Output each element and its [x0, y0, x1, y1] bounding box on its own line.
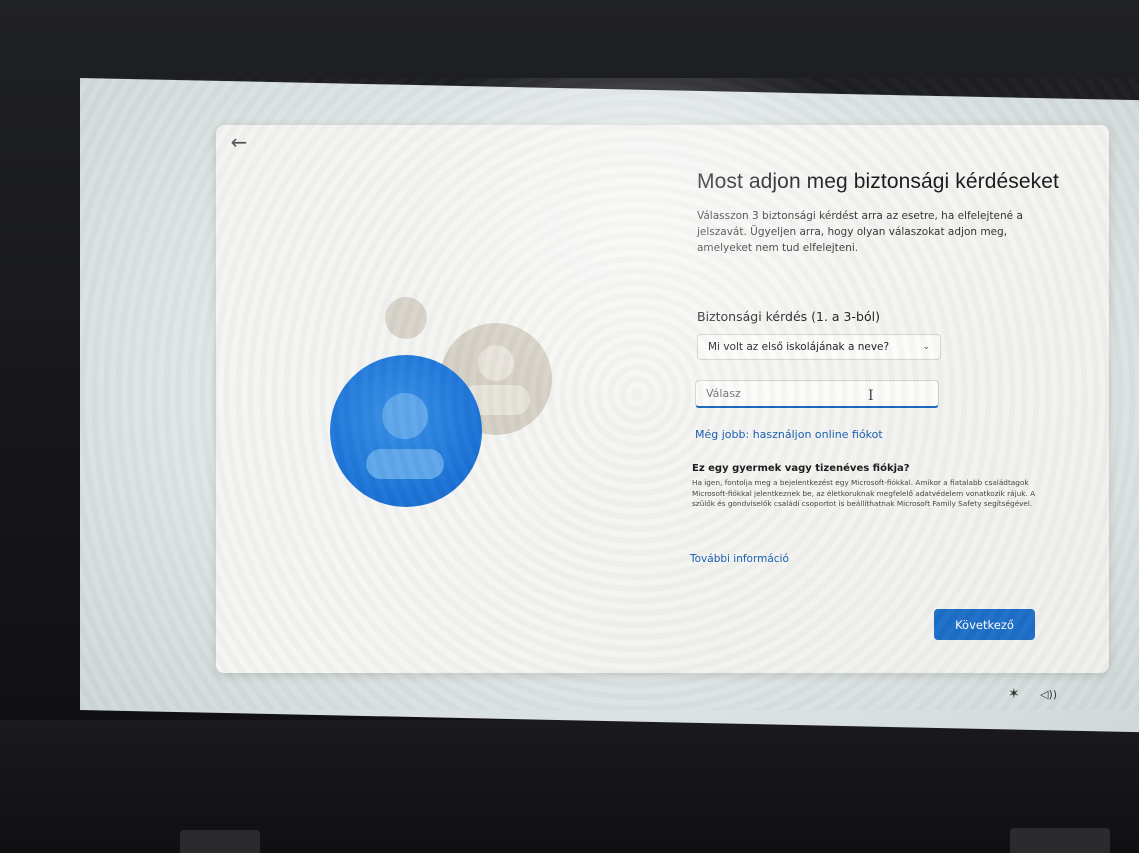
page-title: Most adjon meg biztonsági kérdéseket: [697, 170, 1059, 193]
security-question-label: Biztonsági kérdés (1. a 3-ból): [697, 309, 880, 324]
security-question-dropdown[interactable]: Mi volt az első iskolájának a neve? ⌄: [697, 334, 941, 360]
back-arrow-icon: ←: [230, 130, 248, 154]
accessibility-icon[interactable]: ✶: [1008, 686, 1020, 702]
volume-icon[interactable]: ◁)): [1040, 688, 1057, 701]
user-head-shape: [478, 345, 514, 381]
chevron-down-icon: ⌄: [922, 342, 930, 352]
illustration-user-blue: [330, 355, 482, 507]
page-description: Válasszon 3 biztonsági kérdést arra az e…: [697, 210, 1023, 254]
security-question-selected: Mi volt az első iskolájának a neve?: [708, 341, 890, 353]
child-account-heading: Ez egy gyermek vagy tizenéves fiókja?: [692, 463, 910, 474]
next-button[interactable]: Következő: [934, 609, 1035, 640]
user-body-shape: [366, 449, 444, 479]
user-head-shape: [382, 393, 428, 439]
content-panel: Most adjon meg biztonsági kérdéseket Vál…: [697, 170, 1067, 256]
answer-input[interactable]: [695, 380, 939, 408]
text-cursor-icon: I: [868, 388, 874, 404]
laptop-hinge-left: [180, 830, 260, 853]
child-account-text: Ha igen, fontolja meg a bejelentkezést e…: [692, 478, 1036, 508]
illustration-small-circle: [385, 297, 427, 339]
laptop-lower-bezel: [0, 720, 1139, 853]
back-button[interactable]: ←: [228, 130, 250, 154]
online-account-link[interactable]: Még jobb: használjon online fiókot: [695, 428, 883, 441]
more-info-link[interactable]: További információ: [690, 553, 789, 565]
laptop-hinge-right: [1010, 828, 1110, 853]
